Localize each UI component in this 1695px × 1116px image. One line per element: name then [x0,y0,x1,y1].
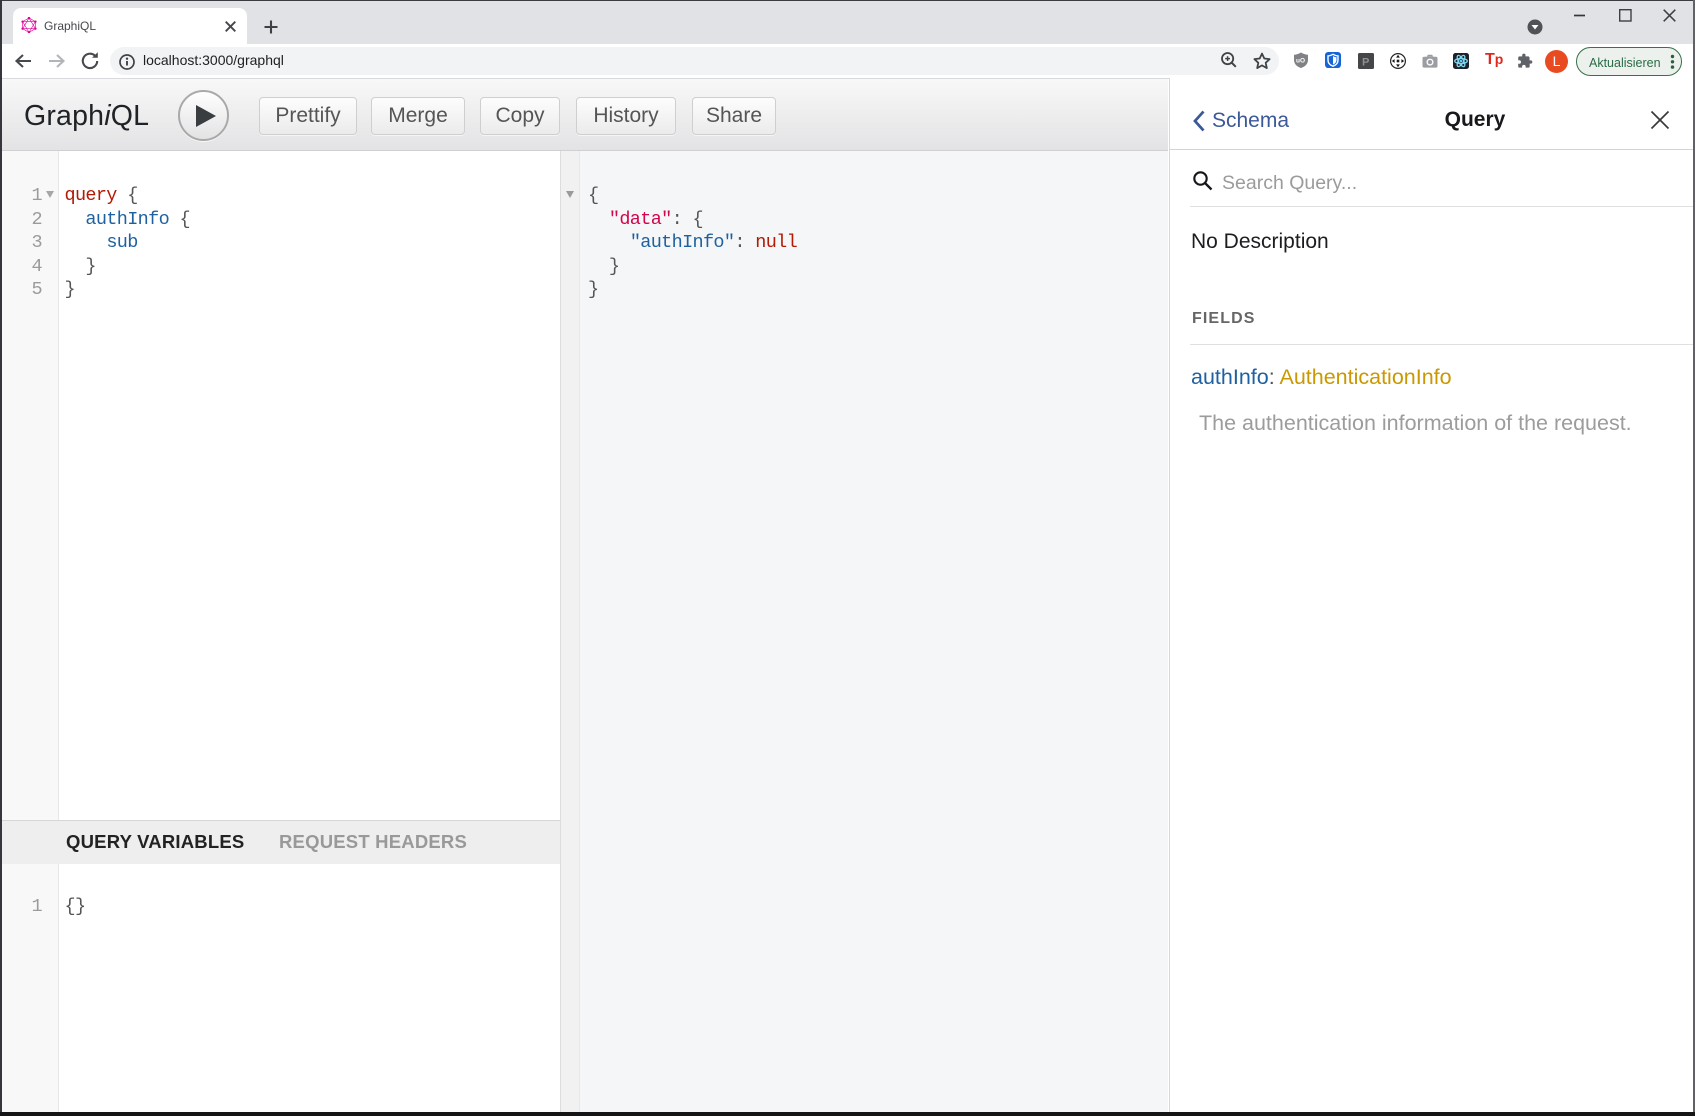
svg-text:uO: uO [1296,58,1305,65]
svg-text:P: P [1362,57,1369,69]
